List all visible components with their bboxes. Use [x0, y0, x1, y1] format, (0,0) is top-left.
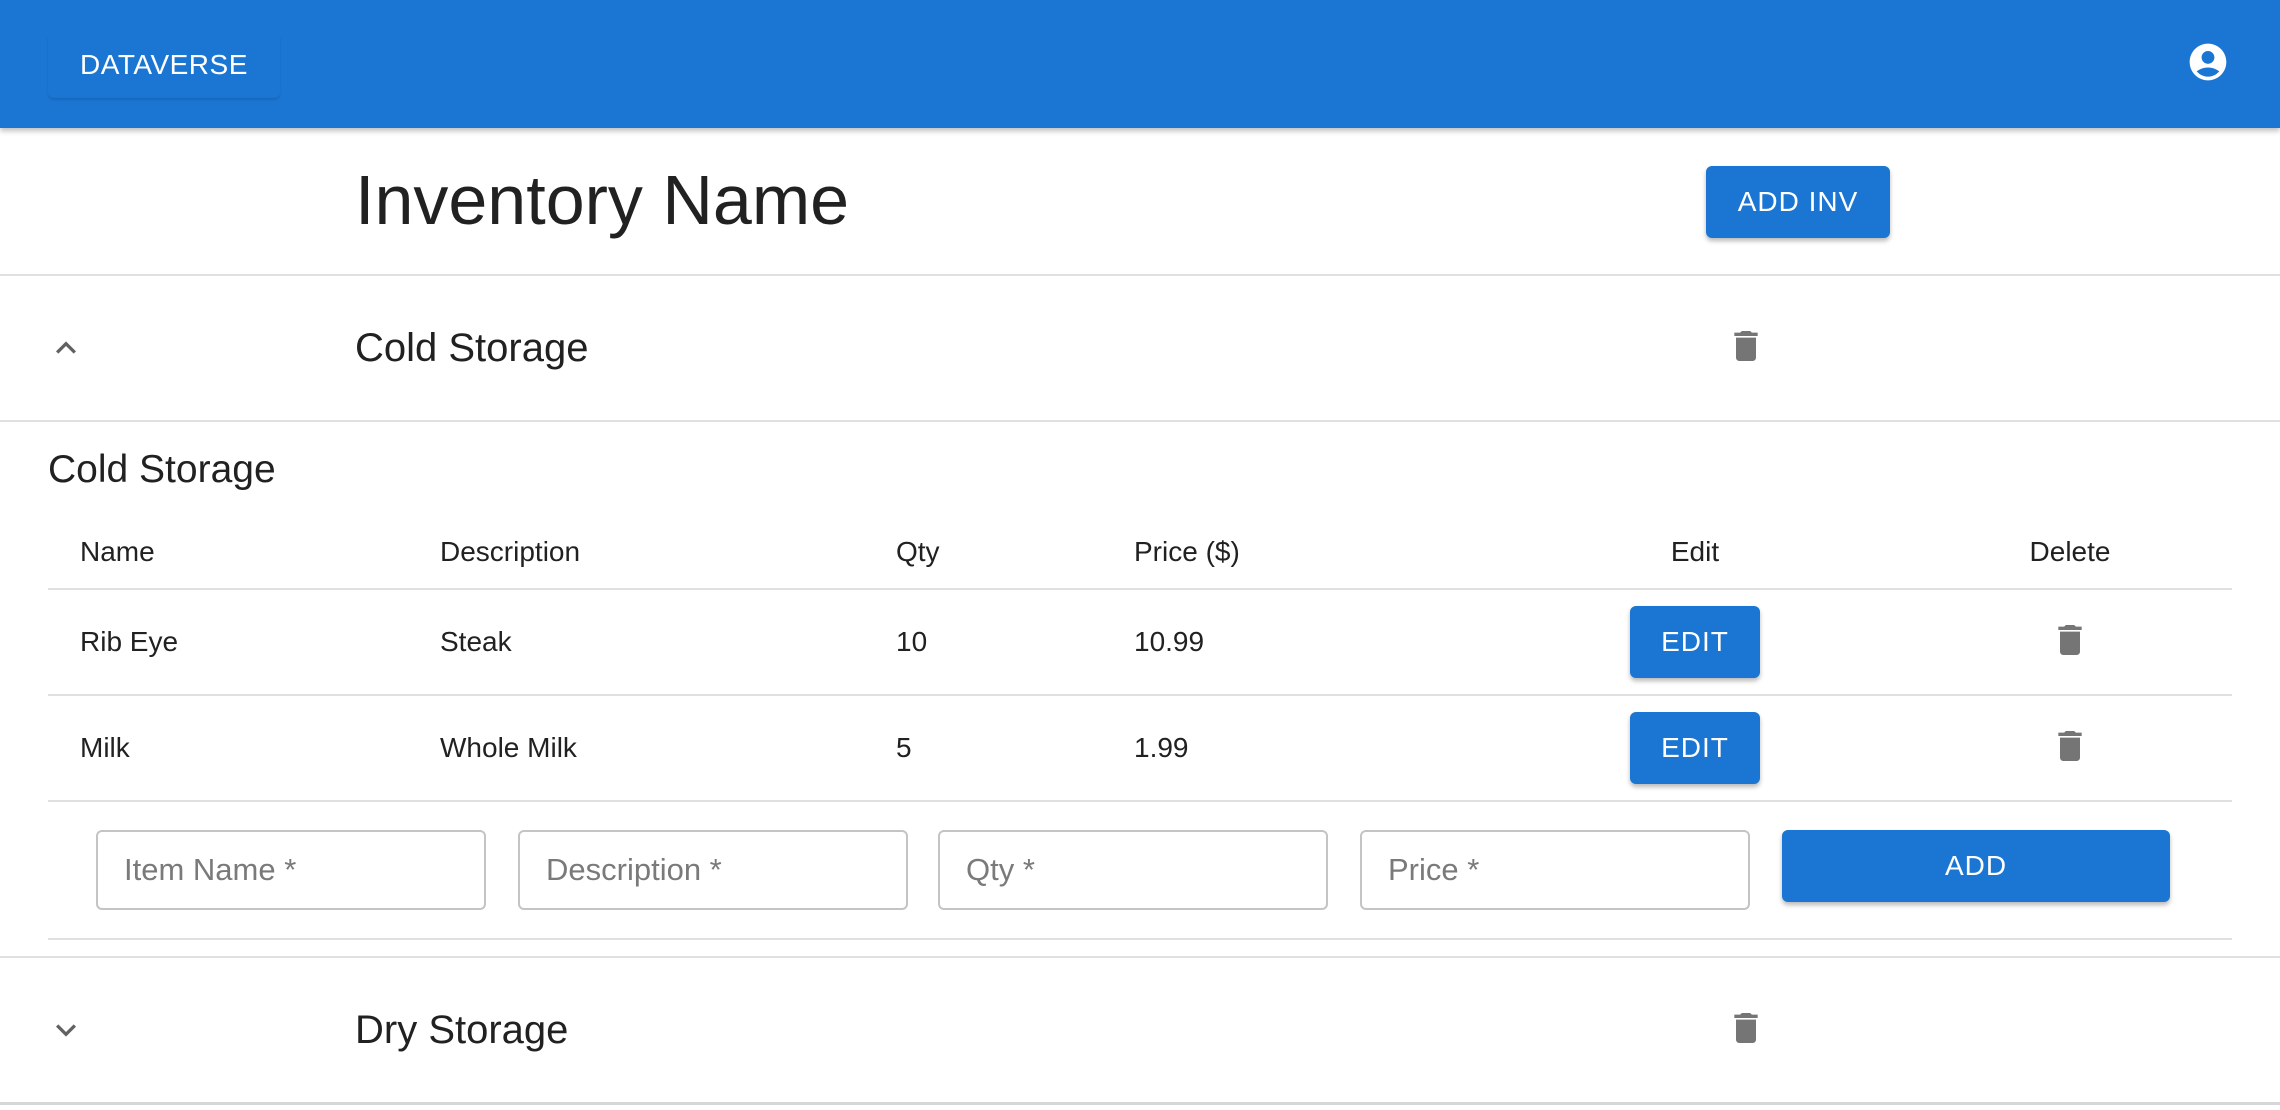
- cell-description: Whole Milk: [440, 732, 577, 763]
- app-bar: DATAVERSE: [0, 0, 2280, 128]
- divider: [48, 800, 2232, 802]
- cell-price: 1.99: [1134, 732, 1189, 763]
- price-input[interactable]: [1360, 830, 1750, 910]
- delete-row-button[interactable]: [2050, 620, 2090, 664]
- trash-icon: [2050, 618, 2090, 667]
- divider: [48, 694, 2232, 696]
- column-header-qty: Qty: [896, 536, 940, 567]
- trash-icon: [1726, 1006, 1766, 1055]
- cell-qty: 10: [896, 626, 928, 657]
- column-header-description: Description: [440, 536, 581, 567]
- divider: [48, 938, 2232, 940]
- trash-icon: [1726, 324, 1766, 373]
- column-header-price: Price ($): [1134, 536, 1240, 567]
- edit-button[interactable]: EDIT: [1630, 712, 1760, 784]
- column-header-delete: Delete: [2029, 536, 2111, 567]
- account-circle-icon: [2186, 40, 2230, 89]
- accordion-title: Cold Storage: [355, 326, 589, 370]
- delete-section-button[interactable]: [1726, 326, 1766, 370]
- cell-qty: 5: [896, 732, 912, 763]
- item-name-input[interactable]: [96, 830, 486, 910]
- divider: [48, 588, 2232, 590]
- brand-button[interactable]: DATAVERSE: [48, 32, 280, 98]
- cell-description: Steak: [440, 626, 512, 657]
- trash-icon: [2050, 724, 2090, 773]
- divider: [0, 274, 2280, 276]
- edit-button[interactable]: EDIT: [1630, 606, 1760, 678]
- divider: [0, 956, 2280, 958]
- section-title: Cold Storage: [48, 448, 276, 491]
- column-header-name: Name: [80, 536, 155, 567]
- cell-name: Milk: [80, 732, 130, 763]
- add-item-button[interactable]: ADD: [1782, 830, 2170, 902]
- description-input[interactable]: [518, 830, 908, 910]
- delete-section-button[interactable]: [1726, 1008, 1766, 1052]
- cell-price: 10.99: [1134, 626, 1205, 657]
- page-title: Inventory Name: [355, 161, 850, 239]
- qty-input[interactable]: [938, 830, 1328, 910]
- divider: [0, 420, 2280, 422]
- delete-row-button[interactable]: [2050, 726, 2090, 770]
- divider: [0, 1102, 2280, 1105]
- account-button[interactable]: [2186, 42, 2230, 86]
- accordion-title: Dry Storage: [355, 1008, 569, 1052]
- chevron-up-icon[interactable]: [46, 328, 86, 368]
- column-header-edit: Edit: [1670, 536, 1720, 567]
- add-inventory-button[interactable]: ADD INV: [1706, 166, 1890, 238]
- cell-name: Rib Eye: [80, 626, 179, 657]
- chevron-down-icon[interactable]: [46, 1010, 86, 1050]
